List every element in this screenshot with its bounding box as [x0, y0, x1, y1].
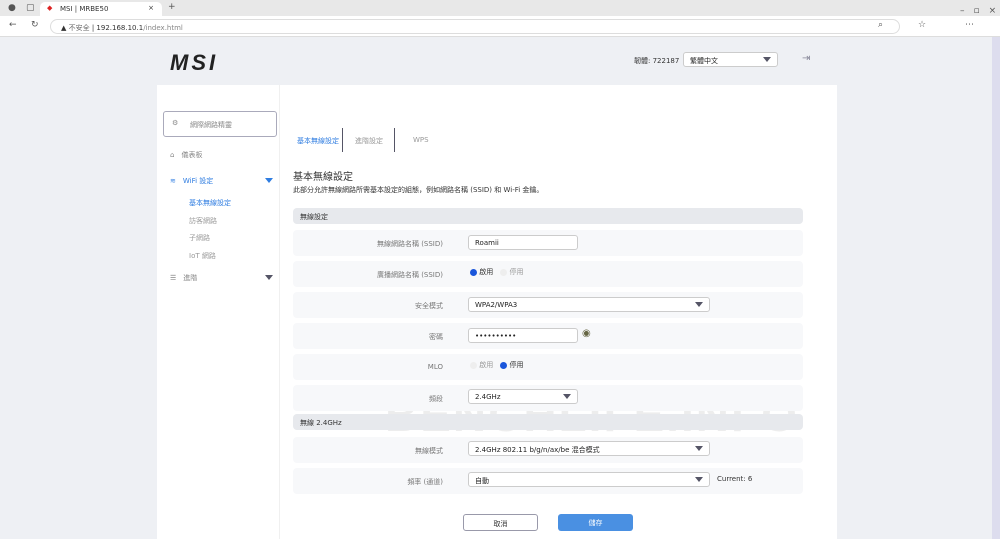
radio-enable[interactable]	[470, 361, 477, 369]
gear-icon: ⚙	[172, 119, 179, 127]
ssid-input[interactable]: Roamii	[468, 235, 578, 250]
security-select[interactable]: WPA2/WPA3	[468, 297, 710, 312]
favorite-icon[interactable]: ☆	[918, 20, 926, 30]
sidebar-item-dashboard[interactable]: ⌂ 儀表板	[170, 150, 202, 160]
channel-select[interactable]: 自動	[468, 472, 710, 487]
sidebar-sub-guest[interactable]: 訪客網路	[189, 216, 217, 226]
radio-enable[interactable]	[470, 268, 477, 276]
security-label: 不安全	[68, 24, 90, 32]
channel-label: 頻率 (通道)	[407, 478, 443, 486]
profile-icon[interactable]: ●	[8, 3, 16, 13]
tab-wps[interactable]: WPS	[413, 128, 429, 152]
logout-icon[interactable]: ⇥	[802, 53, 810, 64]
cancel-button[interactable]: 取消	[463, 514, 538, 531]
mlo-radio-group: 啟用 停用	[470, 360, 523, 370]
page-title: 基本無線設定	[293, 172, 353, 183]
mode-label: 無線模式	[415, 447, 443, 455]
section-24ghz: 無線 2.4GHz	[293, 414, 803, 430]
sidebar-sub-iot[interactable]: IoT 網路	[189, 251, 216, 261]
mode-select[interactable]: 2.4GHz 802.11 b/g/n/ax/be 混合模式	[468, 441, 710, 456]
sidebar-sub-subnet[interactable]: 子網路	[189, 233, 210, 243]
new-tab-icon[interactable]: +	[168, 2, 176, 12]
url-path: /index.html	[143, 24, 183, 32]
language-select[interactable]: 繁體中文	[683, 52, 778, 67]
mlo-label: MLO	[427, 363, 443, 371]
msi-shield-icon: ◆	[47, 4, 53, 12]
security-label: 安全模式	[415, 302, 443, 310]
chevron-down-icon[interactable]	[265, 275, 273, 280]
band-label: 頻段	[429, 395, 443, 403]
msi-logo: MSI	[170, 50, 219, 75]
broadcast-radio-group: 啟用 停用	[470, 267, 523, 277]
close-tab-icon[interactable]: ×	[148, 4, 154, 12]
tab-basic[interactable]: 基本無線設定	[297, 128, 343, 152]
zoom-icon[interactable]: ⌕	[878, 20, 883, 30]
tab-actions-icon[interactable]: ▢	[26, 3, 35, 13]
current-channel: Current: 6	[717, 475, 753, 483]
page-description: 此部分允許無線網路所需基本設定的組態，例如網路名稱 (SSID) 和 Wi-Fi…	[293, 186, 544, 194]
chevron-down-icon	[763, 57, 771, 62]
menu-icon[interactable]: ⋯	[965, 20, 974, 30]
browser-tab[interactable]: ◆ MSI | MRBE50 ×	[40, 2, 162, 16]
password-input[interactable]: ••••••••••	[468, 328, 578, 343]
scrollbar[interactable]	[992, 37, 1000, 539]
sliders-icon: ☰	[170, 274, 177, 282]
eye-slash-icon[interactable]: ◉	[582, 328, 591, 339]
ssid-label: 無線網路名稱 (SSID)	[376, 240, 443, 248]
firmware-version: 韌體: 722187	[634, 57, 680, 65]
back-icon[interactable]: ←	[9, 20, 17, 30]
wifi-icon: ≋	[170, 177, 176, 185]
url-field[interactable]: ▲ 不安全 | 192.168.10.1/index.html	[50, 19, 900, 34]
sidebar-item-wifi[interactable]: ≋ WiFi 設定	[170, 176, 213, 186]
tab-advanced[interactable]: 進階設定	[355, 128, 395, 152]
sidebar-item-advanced[interactable]: ☰ 進階	[170, 273, 197, 283]
window-controls[interactable]: – ▫ ×	[960, 3, 996, 16]
section-wireless: 無線設定	[293, 208, 803, 224]
radio-disable[interactable]	[500, 268, 508, 276]
password-label: 密碼	[429, 333, 443, 341]
refresh-icon[interactable]: ↻	[31, 20, 39, 30]
band-select[interactable]: 2.4GHz	[468, 389, 578, 404]
url-host: 192.168.10.1	[96, 24, 144, 32]
warning-icon: ▲	[61, 24, 69, 32]
sidebar-item-wizard[interactable]: ⚙ 網際網路精靈	[163, 111, 277, 137]
tab-title: MSI | MRBE50	[60, 5, 109, 13]
save-button[interactable]: 儲存	[558, 514, 633, 531]
radio-disable[interactable]	[500, 361, 508, 369]
chevron-down-icon[interactable]	[265, 178, 273, 183]
sidebar-sub-basic[interactable]: 基本無線設定	[189, 198, 231, 208]
broadcast-label: 廣播網路名稱 (SSID)	[376, 271, 443, 279]
